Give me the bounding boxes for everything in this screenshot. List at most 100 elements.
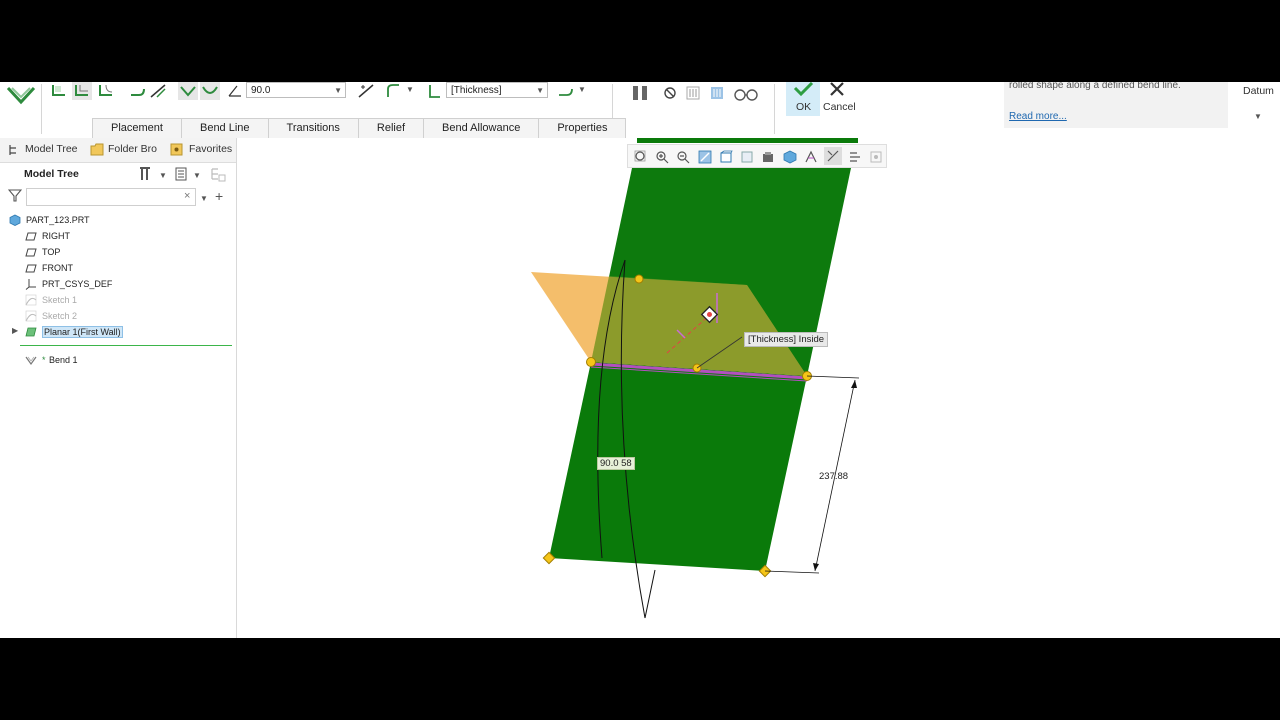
tab-relief[interactable]: Relief [357, 118, 425, 138]
chevron-down-icon[interactable]: ▼ [1254, 112, 1262, 121]
spin-center-icon[interactable] [848, 150, 862, 164]
tree-filter-input[interactable] [26, 188, 196, 206]
length-dimension[interactable]: 237.88 [819, 471, 848, 482]
chevron-down-icon[interactable]: ▼ [536, 83, 544, 99]
chevron-down-icon[interactable]: ▼ [159, 171, 167, 180]
model-viewport[interactable] [237, 138, 1280, 638]
tree-item-planar-1[interactable]: ▶ Planar 1(First Wall) [0, 325, 236, 341]
add-filter-icon[interactable]: + [215, 188, 223, 204]
verify-glasses-icon[interactable] [732, 84, 760, 102]
datum-display-icon[interactable] [804, 150, 818, 164]
dimension-arrowhead [851, 380, 857, 388]
detached-preview-icon[interactable] [707, 84, 727, 102]
repaint-icon[interactable] [698, 150, 712, 164]
tab-bend-allowance[interactable]: Bend Allowance [423, 118, 540, 138]
ok-label: OK [796, 101, 812, 113]
tree-item-bend-1[interactable]: * Bend 1 [0, 353, 236, 369]
radius-combo[interactable]: [Thickness] ▼ [446, 82, 548, 98]
ribbon-separator [774, 84, 775, 134]
bend-radius-icon[interactable] [200, 82, 220, 100]
tree-item-label: Sketch 2 [42, 311, 78, 321]
chevron-down-icon[interactable]: ▼ [406, 85, 414, 94]
radius-type-icon[interactable] [384, 82, 404, 100]
flip-angle-icon[interactable] [356, 82, 376, 100]
read-more-link[interactable]: Read more... [1009, 111, 1067, 122]
wall-lower-face[interactable] [549, 362, 807, 571]
attached-preview-icon[interactable] [683, 84, 703, 102]
tab-favorites[interactable]: Favorites [189, 143, 232, 155]
ok-button[interactable]: OK [786, 82, 820, 116]
bend-feature-icon[interactable] [6, 84, 36, 106]
view-manager-icon[interactable] [740, 150, 754, 164]
angle-bend-icon[interactable] [148, 82, 168, 100]
bend-type-icon[interactable] [50, 82, 70, 100]
ribbon: 90.0 ▼ ▼ [Thickness] ▼ ▼ OK Cancel rolle… [0, 82, 1280, 139]
csys-icon [25, 279, 36, 290]
clear-filter-icon[interactable]: × [184, 190, 190, 202]
bend-inside-icon[interactable] [72, 82, 92, 100]
expand-arrow-icon[interactable]: ▶ [12, 326, 18, 335]
bend-outside-icon[interactable] [96, 82, 116, 100]
saved-orientations-icon[interactable] [719, 150, 733, 164]
zoom-out-icon[interactable] [676, 150, 690, 164]
ok-cancel-group: OK Cancel [786, 82, 862, 116]
refit-icon[interactable] [634, 150, 648, 164]
no-preview-icon[interactable] [660, 84, 680, 102]
tree-item-csys[interactable]: PRT_CSYS_DEF [0, 277, 236, 293]
tree-item-top[interactable]: TOP [0, 245, 236, 261]
view-settings-icon[interactable] [869, 150, 883, 164]
datum-menu[interactable]: Datum [1243, 85, 1274, 97]
tree-item-front[interactable]: FRONT [0, 261, 236, 277]
tab-bend-line[interactable]: Bend Line [180, 118, 269, 138]
planar-wall-icon [25, 327, 37, 337]
tree-item-label: RIGHT [42, 231, 70, 241]
insert-here-indicator[interactable] [20, 345, 232, 346]
model-tree-icon [9, 145, 16, 155]
chevron-down-icon[interactable]: ▼ [334, 83, 342, 99]
rolled-bend-icon[interactable] [128, 82, 148, 100]
angle-dim-suffix: 58 [621, 458, 632, 469]
cancel-button[interactable]: Cancel [823, 101, 856, 113]
annotation-display-toggle[interactable] [824, 147, 842, 165]
filter-icon[interactable] [8, 188, 22, 202]
radius-side-icon[interactable] [556, 82, 576, 100]
angle-extension-line [644, 569, 656, 619]
tools-icon[interactable] [138, 166, 152, 182]
flip-bend-icon[interactable] [178, 82, 198, 100]
tab-model-tree[interactable]: Model Tree [25, 143, 78, 155]
drag-handle[interactable] [586, 357, 596, 367]
pause-icon[interactable] [630, 84, 650, 102]
sketch-icon [25, 294, 37, 306]
datum-plane-icon [25, 248, 37, 257]
tab-properties[interactable]: Properties [538, 118, 627, 138]
tree-item-label: Sketch 1 [42, 295, 78, 305]
chevron-down-icon[interactable]: ▼ [200, 194, 208, 203]
chevron-down-icon[interactable]: ▼ [578, 85, 586, 94]
datum-plane-icon [25, 232, 37, 241]
bend-angle-dimension[interactable]: 90.0 58 [597, 457, 635, 470]
tab-folder-browser[interactable]: Folder Bro [108, 143, 157, 155]
tab-placement[interactable]: Placement [92, 118, 182, 138]
graphics-window[interactable]: [Thickness] Inside 90.0 58 237.88 [237, 138, 1280, 638]
display-style-icon[interactable] [783, 150, 797, 164]
tree-item-sketch-2[interactable]: Sketch 2 [0, 309, 236, 325]
tree-item-right[interactable]: RIGHT [0, 229, 236, 245]
show-icon[interactable] [210, 166, 226, 182]
navigator-panel: Model Tree Folder Bro Favorites Model Tr… [0, 138, 237, 638]
bend-angle-combo[interactable]: 90.0 ▼ [246, 82, 346, 98]
close-icon[interactable] [829, 82, 845, 96]
tree-item-part[interactable]: PART_123.PRT [0, 213, 236, 229]
perspective-view-icon[interactable] [761, 150, 775, 164]
tab-transitions[interactable]: Transitions [267, 118, 359, 138]
ribbon-separator [612, 84, 613, 118]
navigator-tabs: Model Tree Folder Bro Favorites [0, 138, 236, 163]
zoom-in-icon[interactable] [655, 150, 669, 164]
tree-item-sketch-1[interactable]: Sketch 1 [0, 293, 236, 309]
chevron-down-icon[interactable]: ▼ [193, 171, 201, 180]
thickness-side-tooltip[interactable]: [Thickness] Inside [744, 332, 829, 347]
tree-item-label: FRONT [42, 263, 73, 273]
tree-settings-icon[interactable] [174, 166, 188, 182]
drag-handle[interactable] [634, 274, 644, 284]
wall-edge-band [637, 138, 858, 143]
tree-item-label: Bend 1 [49, 355, 78, 365]
